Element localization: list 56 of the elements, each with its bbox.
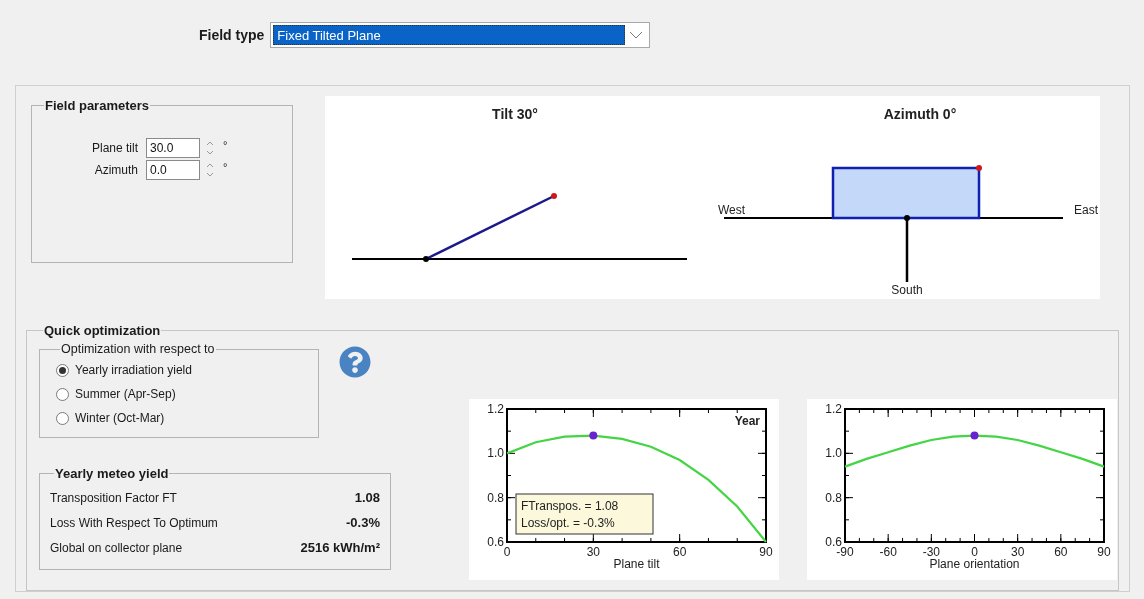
axis-title: Plane tilt: [613, 557, 660, 571]
group-title: Yearly meteo yield: [54, 466, 170, 481]
chart-title: Year: [734, 414, 760, 428]
unit-label: °: [223, 139, 228, 151]
radio-label: Winter (Oct-Mar): [75, 411, 165, 425]
direction-label: South: [891, 283, 923, 297]
radio-label: Summer (Apr-Sep): [75, 387, 176, 401]
group-title: Field parameters: [44, 98, 151, 113]
metric-value: 2516 kWh/m²: [300, 540, 380, 555]
radio-button[interactable]: [56, 387, 69, 401]
radio-button[interactable]: [56, 363, 69, 377]
axis-tick-label: -30: [922, 545, 940, 559]
direction-label: East: [1074, 203, 1098, 217]
metric-value: -0.3%: [346, 515, 380, 530]
axis-tick-label: 1.0: [487, 446, 504, 461]
axis-tick-label: 1.2: [825, 402, 842, 416]
radio-label: Yearly irradiation yield: [75, 363, 192, 377]
group-title: Optimization with respect to: [60, 342, 216, 356]
axis-tick-label: 0.8: [487, 490, 504, 505]
radio-button[interactable]: [56, 411, 69, 425]
metric-value: 1.08: [354, 490, 380, 505]
axis-tick-label: 30: [586, 545, 600, 559]
axis-tick-label: 0: [971, 545, 978, 559]
metric-label: Loss With Respect To Optimum: [50, 515, 218, 530]
annotation-text: Loss/opt. = -0.3%: [521, 516, 615, 530]
group-title: Quick optimization: [43, 323, 162, 338]
axis-title: Plane orientation: [929, 557, 1020, 571]
axis-tick-label: -60: [879, 545, 897, 559]
axis-tick-label: 60: [673, 545, 687, 559]
field-type-label: Field type: [199, 26, 265, 45]
diagram-title: Azimuth 0°: [883, 106, 957, 122]
optimum-dot: [970, 431, 979, 440]
unit-label: °: [223, 161, 228, 173]
axis-tick-label: 1.0: [825, 446, 842, 461]
axis-tick-label: 0.6: [487, 535, 504, 549]
axis-tick-label: 90: [759, 545, 773, 559]
field-label: Azimuth: [93, 163, 139, 177]
optimum-dot: [589, 431, 598, 440]
metric-label: Global on collector plane: [50, 540, 183, 555]
field-label: Plane tilt: [90, 141, 139, 155]
axis-tick-label: 1.2: [487, 402, 504, 416]
axis-tick-label: 30: [1011, 545, 1025, 559]
help-icon[interactable]: [339, 346, 371, 378]
axis-tick-label: 0: [503, 545, 511, 559]
annotation-text: FTranspos. = 1.08: [521, 499, 619, 513]
axis-tick-label: 0.8: [825, 490, 842, 505]
diagram-title: Tilt 30°: [492, 106, 538, 122]
axis-tick-label: 90: [1097, 545, 1111, 559]
number-field[interactable]: 30.0: [146, 138, 200, 158]
field-type-dropdown[interactable]: Fixed Tilted Plane: [270, 22, 651, 48]
number-field[interactable]: 0.0: [146, 160, 200, 180]
spin-arrows-icon[interactable]: [205, 161, 215, 179]
direction-label: West: [718, 203, 746, 217]
spin-arrows-icon[interactable]: [205, 139, 215, 157]
axis-tick-label: 60: [1054, 545, 1068, 559]
metric-label: Transposition Factor FT: [50, 490, 177, 505]
